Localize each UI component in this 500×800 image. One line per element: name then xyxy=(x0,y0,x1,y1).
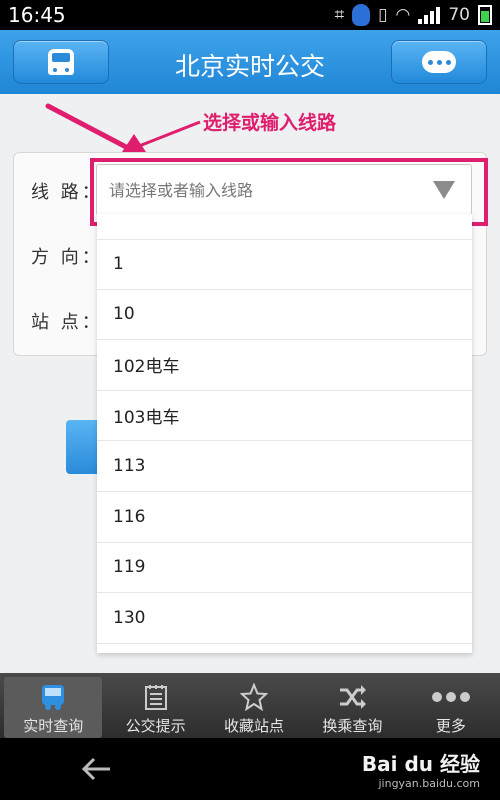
watermark-brand: Bai du 经验 xyxy=(361,752,480,776)
tab-realtime[interactable]: 实时查询 xyxy=(4,677,103,738)
line-option[interactable]: 119 xyxy=(97,543,472,594)
tab-label: 换乘查询 xyxy=(322,717,383,735)
line-option[interactable]: 113 xyxy=(97,441,472,492)
baidu-watermark: Bai du 经验 jingyan.baidu.com xyxy=(362,748,480,790)
tab-label: 更多 xyxy=(435,717,466,735)
line-option[interactable]: 1 xyxy=(97,239,472,290)
line-option[interactable]: 130 xyxy=(97,593,472,644)
direction-label: 方 向： xyxy=(31,247,103,268)
line-dropdown-list: 1 10 102电车 103电车 113 116 119 130 xyxy=(97,214,472,653)
tab-label: 公交提示 xyxy=(125,717,186,735)
watermark-url: jingyan.baidu.com xyxy=(378,777,480,790)
tab-tips[interactable]: 公交提示 xyxy=(106,673,204,738)
bottom-tab-bar: 实时查询 公交提示 收藏站点 换乘查询 更多 xyxy=(0,673,500,738)
tab-more[interactable]: 更多 xyxy=(402,673,500,738)
station-label: 站 点： xyxy=(31,312,103,333)
tab-transfer[interactable]: 换乘查询 xyxy=(303,673,401,738)
star-icon xyxy=(240,683,269,711)
line-option[interactable]: 116 xyxy=(97,492,472,543)
notepad-icon xyxy=(143,683,169,711)
line-option[interactable]: 102电车 xyxy=(97,340,472,391)
tab-label: 实时查询 xyxy=(23,717,84,735)
back-arrow-icon[interactable] xyxy=(80,756,112,782)
tab-favorites[interactable]: 收藏站点 xyxy=(205,673,303,738)
shuffle-icon xyxy=(337,683,367,711)
tab-label: 收藏站点 xyxy=(224,717,285,735)
line-option[interactable]: 10 xyxy=(97,290,472,341)
line-option[interactable]: 103电车 xyxy=(97,391,472,442)
system-nav-bar: Bai du 经验 jingyan.baidu.com xyxy=(0,738,500,800)
more-dots-icon xyxy=(429,683,473,711)
bus-icon xyxy=(38,683,68,711)
